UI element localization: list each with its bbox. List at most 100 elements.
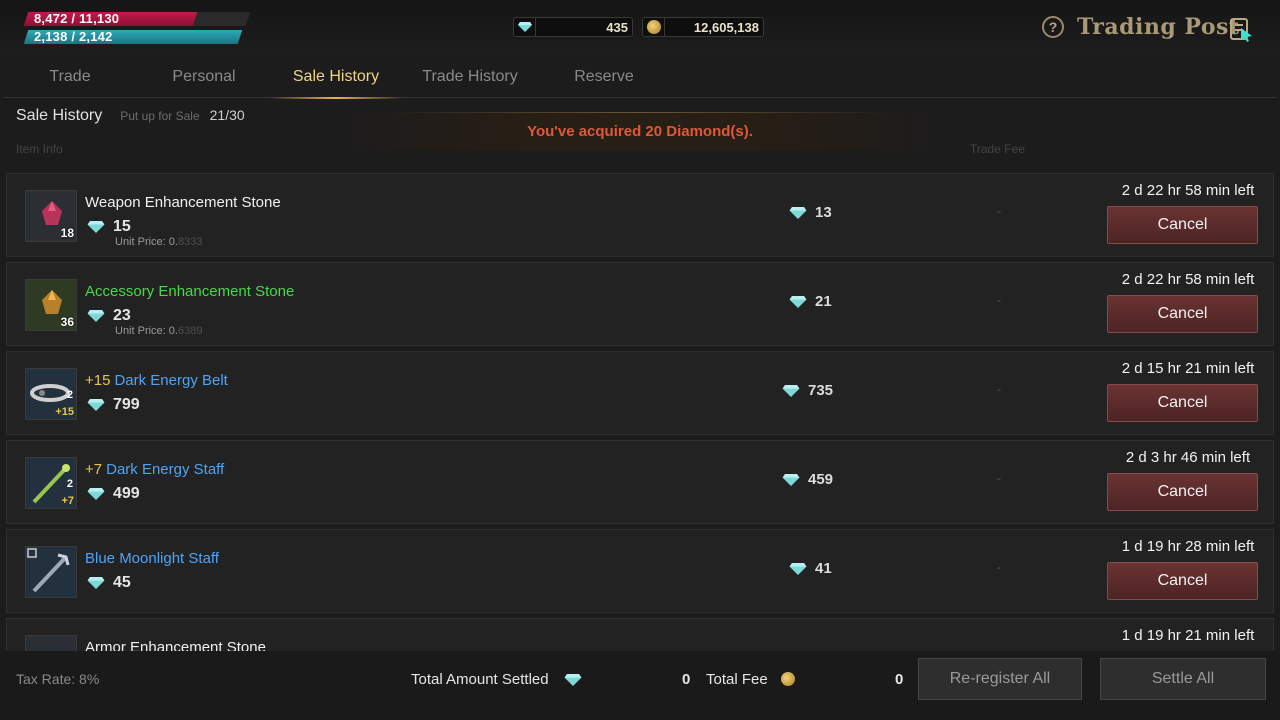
section-title: Sale History [16,107,103,124]
item-icon[interactable]: 36 [25,279,77,331]
time-left: 1 d 19 hr 28 min left [1121,538,1255,555]
diamond-icon [789,562,807,575]
cancel-button[interactable]: Cancel [1107,206,1258,244]
item-count: 36 [60,315,74,329]
diamond-icon [514,18,536,36]
price-value: 15 [113,218,131,235]
tab-trade[interactable]: Trade [4,62,136,98]
total-fee-label: Total Fee [706,671,768,688]
cancel-button[interactable]: Cancel [1107,562,1258,600]
trade-fee: - [997,560,1001,574]
settle-all-button[interactable]: Settle All [1100,658,1266,700]
item-price: 799 [87,396,140,414]
list-item: Armor Enhancement Stone 1 d 19 hr 21 min… [6,618,1274,651]
column-trade-fee: Trade Fee [970,142,1025,156]
price-value: 799 [113,396,140,413]
item-price: 499 [87,485,140,503]
cancel-button[interactable]: Cancel [1107,473,1258,511]
acquired-toast: You've acquired 20 Diamond(s). [330,112,950,150]
time-left: 2 d 3 hr 46 min left [1125,449,1251,466]
diamond-icon [789,206,807,219]
price-value: 23 [113,307,131,324]
settled-amount: 41 [789,560,832,577]
hp-text: 8,472 / 11,130 [34,11,120,26]
gold-coin-icon [643,18,665,36]
total-settled-value: 0 [682,671,691,688]
sale-list[interactable]: 18 Weapon Enhancement Stone 15 Unit Pric… [6,173,1274,651]
trade-fee: - [997,204,1001,218]
gold-amount: 12,605,138 [693,19,759,35]
diamond-icon [87,221,105,233]
cancel-button[interactable]: Cancel [1107,384,1258,422]
settled-value: 13 [815,204,832,221]
item-name: +15 Dark Energy Belt [85,372,228,389]
item-price: 45 [87,574,131,592]
item-price: 23 [87,307,131,325]
gold-currency[interactable]: 12,605,138 [642,17,764,37]
list-item: 2 +15 +15 Dark Energy Belt 799 735 - 2 d … [6,351,1274,435]
listing-count: 21/30 [209,107,245,123]
settled-value: 735 [808,382,834,399]
settled-amount: 21 [789,293,832,310]
top-bar: 8,472 / 11,130 2,138 / 2,142 435 12,605,… [0,0,1280,56]
settled-amount: 13 [789,204,832,221]
item-count: 2 [66,478,73,490]
item-name: +7 Dark Energy Staff [85,461,225,478]
sale-history-header: Sale History Put up for Sale 21/30 [16,107,245,125]
tab-reserve[interactable]: Reserve [538,62,670,98]
unit-price: Unit Price: 0.6389 [115,325,203,337]
diamond-icon [782,473,800,486]
time-left: 2 d 22 hr 58 min left [1121,271,1255,288]
diamond-icon [87,577,105,589]
tax-rate: Tax Rate: 8% [16,671,100,687]
item-icon[interactable] [25,546,77,598]
total-fee-value: 0 [895,671,904,688]
total-settled-label: Total Amount Settled [411,671,549,688]
list-item: 18 Weapon Enhancement Stone 15 Unit Pric… [6,173,1274,257]
column-item-info: Item Info [16,142,63,156]
price-value: 45 [113,574,131,591]
item-icon[interactable]: 18 [25,190,77,242]
time-left: 2 d 15 hr 21 min left [1121,360,1255,377]
diamond-icon [564,673,582,691]
price-value: 499 [113,485,140,502]
trade-fee: - [997,382,1001,396]
item-name: Armor Enhancement Stone [85,639,266,651]
settled-amount: 735 [782,382,833,399]
item-price: 15 [87,218,131,236]
help-icon[interactable]: ? [1042,16,1064,38]
unit-price: Unit Price: 0.8333 [115,236,203,248]
diamond-amount: 435 [606,19,628,35]
list-item: Blue Moonlight Staff 45 41 - 1 d 19 hr 2… [6,529,1274,613]
item-count: 2 [66,389,73,401]
item-icon[interactable]: 2 +15 [25,368,77,420]
tab-sale-history[interactable]: Sale History [270,62,402,99]
time-left: 1 d 19 hr 21 min left [1121,627,1255,644]
item-name: Accessory Enhancement Stone [85,283,295,300]
settled-value: 41 [815,560,832,577]
item-icon[interactable]: 2 +7 [25,457,77,509]
diamond-icon [87,310,105,322]
diamond-icon [782,384,800,397]
diamond-icon [87,399,105,411]
cancel-button[interactable]: Cancel [1107,295,1258,333]
reregister-all-button[interactable]: Re-register All [918,658,1082,700]
put-up-label: Put up for Sale [120,109,200,123]
settled-value: 21 [815,293,832,310]
item-name: Weapon Enhancement Stone [85,194,281,211]
item-name: Blue Moonlight Staff [85,550,219,567]
item-icon[interactable] [25,635,77,651]
tab-trade-history[interactable]: Trade History [404,62,536,98]
menu-icon[interactable] [1229,16,1253,42]
item-count: 18 [60,226,74,240]
tab-personal[interactable]: Personal [138,62,270,98]
diamond-icon [87,488,105,500]
gold-coin-icon [781,672,795,691]
mp-text: 2,138 / 2,142 [34,29,113,44]
tab-bar: Trade Personal Sale History Trade Histor… [4,62,1276,99]
diamond-currency[interactable]: 435 [513,17,633,37]
trade-fee: - [997,471,1001,485]
page-title: Trading Post [1077,14,1240,40]
item-enhance-level: +15 [55,406,74,418]
diamond-icon [789,295,807,308]
